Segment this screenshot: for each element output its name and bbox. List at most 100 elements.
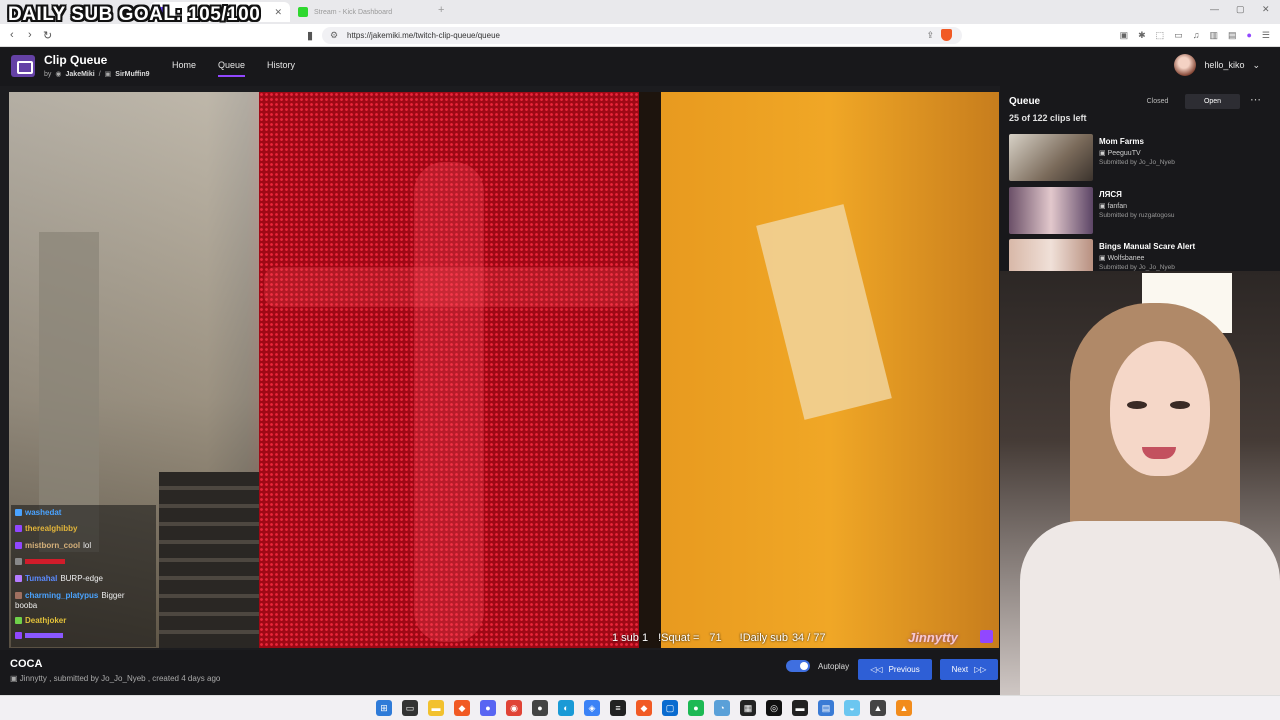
app-icon[interactable]: ▢ (662, 700, 678, 716)
streamer-watermark: Jinnytty (908, 630, 958, 645)
site-info-icon[interactable]: ⚙ (330, 30, 338, 41)
extension-icon[interactable]: ▣ (1120, 30, 1129, 41)
chat-message: Tumahal BURP-edge (15, 574, 103, 583)
console-icon[interactable]: ▬ (792, 700, 808, 716)
wallet-icon[interactable]: ▤ (1228, 30, 1237, 41)
maximize-icon[interactable]: ▢ (1236, 4, 1245, 15)
queue-item-submitter: Submitted by Jo_Jo_Nyeb (1099, 159, 1175, 166)
app-icon[interactable]: ◒ (844, 700, 860, 716)
url-field[interactable]: ⚙ https://jakemiki.me/twitch-clip-queue/… (322, 27, 962, 44)
chat-badge-icon (15, 525, 22, 532)
new-tab-icon[interactable]: + (438, 4, 444, 16)
app-icon[interactable]: ● (532, 700, 548, 716)
autoplay-control[interactable]: Autoplay (786, 660, 849, 672)
url-text: https://jakemiki.me/twitch-clip-queue/qu… (347, 31, 500, 40)
profile-icon[interactable]: ● (1246, 30, 1251, 41)
tab-kick-dashboard[interactable]: Stream - Kick Dashboard (292, 2, 432, 22)
forward-arrow-icon[interactable]: › (28, 29, 32, 41)
queue-panel: Queue 25 of 122 clips left Closed Open ⋯… (1000, 86, 1280, 271)
chat-username: charming_platypus (25, 591, 99, 600)
webcam-eye (1127, 401, 1147, 409)
daily-sub-goal-overlay: DAILY SUB GOAL: 105/100 (8, 4, 261, 25)
queue-open-option[interactable]: Open (1185, 94, 1240, 109)
share-icon[interactable]: ⇪ (926, 30, 934, 41)
extension-icon[interactable]: ✱ (1138, 30, 1146, 41)
stream-stats-overlay: 1 sub 1 !Squat = 71 !Daily sub 34 / 77 (612, 632, 826, 644)
chat-message (15, 632, 63, 639)
next-button[interactable]: Next ▷▷ (940, 659, 998, 680)
chat-message: washedat (15, 508, 61, 517)
file-explorer-icon[interactable]: ▬ (428, 700, 444, 716)
discord-icon[interactable]: ● (480, 700, 496, 716)
nav-home[interactable]: Home (172, 60, 196, 77)
author-link[interactable]: SirMuffin9 (115, 71, 149, 78)
extension-icons: ▣ ✱ ⬚ ▭ ♫ ▥ ▤ ● ☰ (1120, 30, 1270, 41)
video-scene-pin-imprint-body (414, 162, 484, 642)
queue-item-submitter: Submitted by ruzgatogosu (1099, 212, 1175, 219)
user-menu[interactable]: hello_kiko ⌄ (1174, 54, 1260, 76)
nav-queue[interactable]: Queue (218, 60, 246, 77)
obs-icon[interactable]: ◎ (766, 700, 782, 716)
chat-icon: ▣ (104, 71, 112, 78)
chat-message (15, 558, 65, 565)
nav-history[interactable]: History (267, 60, 295, 77)
chat-message: charming_platypus Bigger (15, 591, 124, 600)
brave-browser-icon[interactable]: ◆ (636, 700, 652, 716)
queue-item[interactable]: Mom Farms ▣ PeeguuTV Submitted by Jo_Jo_… (1009, 134, 1269, 182)
window-close-icon[interactable]: ✕ (1262, 4, 1270, 15)
back-arrow-icon[interactable]: ‹ (10, 29, 14, 41)
clip-queue-logo-icon[interactable] (11, 55, 35, 77)
channel-name: fanfan (1107, 203, 1128, 210)
daily-sub-label: !Daily sub (739, 632, 788, 644)
app-icon[interactable]: ◔ (714, 700, 730, 716)
clip-video-player[interactable] (9, 92, 999, 648)
sidebar-icon[interactable]: ▭ (1174, 30, 1183, 41)
chrome-icon[interactable]: ◉ (506, 700, 522, 716)
chat-badge-icon (15, 592, 22, 599)
github-icon: ◉ (55, 71, 62, 78)
chat-badge-icon (15, 575, 22, 582)
previous-label: Previous (888, 665, 920, 674)
edge-icon[interactable]: ◐ (558, 700, 574, 716)
clip-thumbnail (1009, 134, 1093, 181)
windows-start-icon[interactable]: ⊞ (376, 700, 392, 716)
bookmark-icon[interactable]: ▮ (307, 29, 313, 42)
queue-item[interactable]: ЛЯСЯ ▣ fanfan Submitted by ruzgatogosu (1009, 187, 1269, 235)
app-icon[interactable]: ▤ (818, 700, 834, 716)
previous-button[interactable]: ◁◁ Previous (858, 659, 932, 680)
app-icon[interactable]: ≡ (610, 700, 626, 716)
app-icon[interactable]: ◈ (584, 700, 600, 716)
vlc-icon[interactable]: ▲ (896, 700, 912, 716)
brave-browser-icon[interactable]: ◆ (454, 700, 470, 716)
webcam-overlay (1000, 271, 1280, 695)
terminal-icon[interactable]: ▦ (740, 700, 756, 716)
minimize-icon[interactable]: — (1210, 4, 1219, 14)
author-link[interactable]: JakeMiki (66, 71, 95, 78)
reload-icon[interactable]: ↻ (43, 29, 52, 42)
menu-icon[interactable]: ☰ (1262, 30, 1270, 41)
clip-icon: ▣ (10, 674, 20, 683)
task-view-icon[interactable]: ▭ (402, 700, 418, 716)
username: hello_kiko (1204, 60, 1245, 70)
previous-icon: ◁◁ (870, 665, 883, 674)
queue-closed-option[interactable]: Closed (1130, 94, 1185, 109)
squat-value: 71 (709, 632, 722, 644)
author-separator: / (98, 70, 101, 78)
webcam-eye (1170, 401, 1190, 409)
extension-icon[interactable]: ⬚ (1156, 30, 1165, 41)
chat-message: mistborn_cool lol (15, 541, 91, 550)
music-icon[interactable]: ♫ (1193, 30, 1200, 41)
tabs-icon[interactable]: ▥ (1209, 30, 1218, 41)
clip-thumbnail (1009, 239, 1093, 271)
brave-shield-icon[interactable] (941, 29, 952, 41)
app-icon[interactable]: ▲ (870, 700, 886, 716)
spotify-icon[interactable]: ● (688, 700, 704, 716)
chevron-down-icon: ⌄ (1252, 59, 1260, 70)
webcam-streamer-outfit (1020, 521, 1280, 695)
kebab-menu-icon[interactable]: ⋯ (1250, 93, 1261, 106)
close-icon[interactable]: ✕ (274, 7, 282, 18)
autoplay-toggle[interactable] (786, 660, 810, 672)
video-scene-door (39, 232, 99, 552)
chat-badge-icon (15, 632, 22, 639)
queue-item[interactable]: Bings Manual Scare Alert ▣ Wolfsbanee Su… (1009, 239, 1269, 271)
